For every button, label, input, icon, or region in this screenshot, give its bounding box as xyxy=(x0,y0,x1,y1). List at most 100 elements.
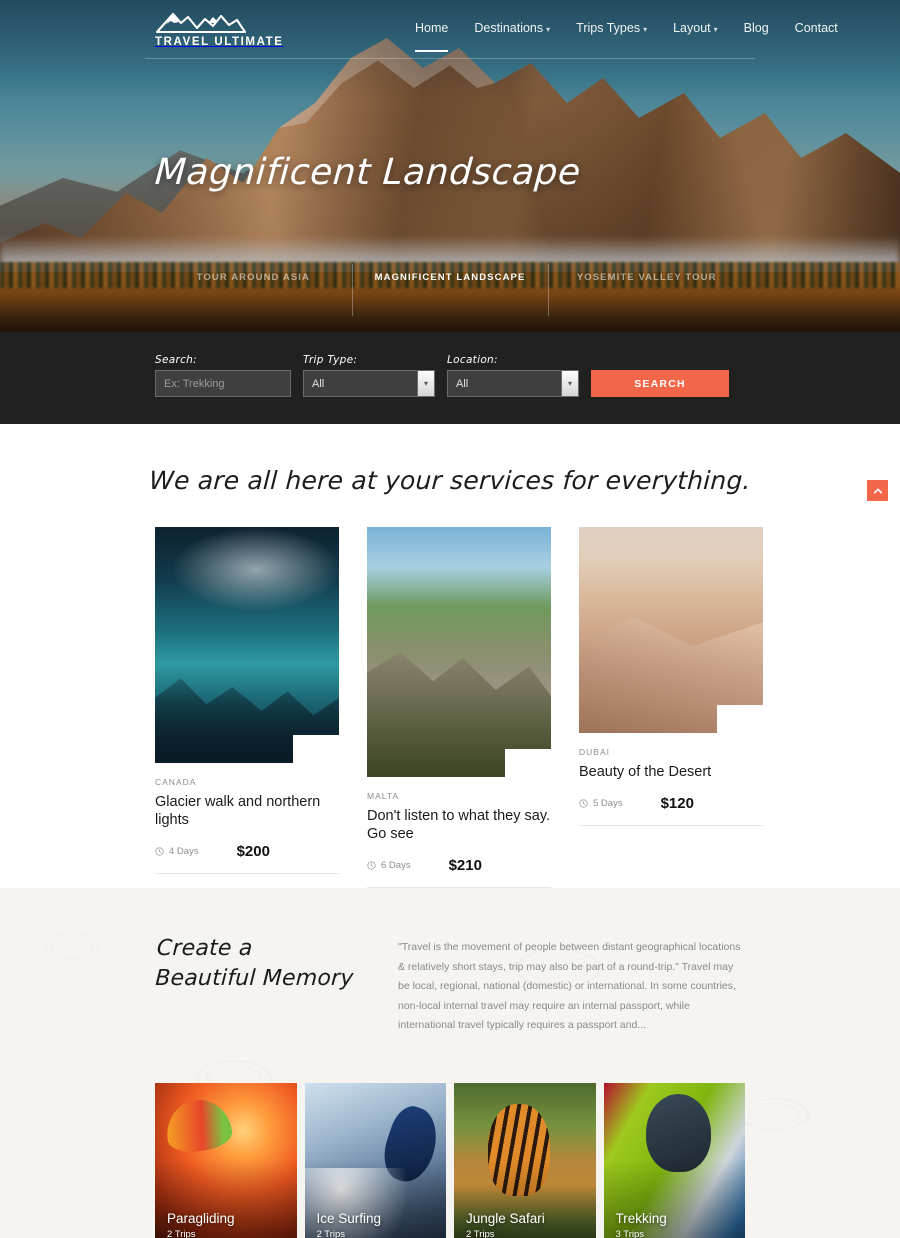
trip-card-meta: 6 Days $210 xyxy=(367,857,551,889)
nav-item-home[interactable]: Home xyxy=(415,21,449,52)
memory-intro: Create a Beautiful Memory "Travel is the… xyxy=(0,934,900,1035)
chevron-up-icon xyxy=(873,488,882,493)
nav-item-destinations[interactable]: Destinations ▾ xyxy=(474,21,550,38)
chevron-down-icon: ▾ xyxy=(713,25,718,34)
brand-name: TRAVEL ULTIMATE xyxy=(155,36,284,48)
trip-card-country: MALTA xyxy=(367,791,400,801)
activity-tile-label: Paragliding 2 Trips xyxy=(167,1211,235,1238)
trip-photo-glacier xyxy=(155,527,339,763)
trip-card-duration: 5 Days xyxy=(579,798,623,809)
chevron-down-icon: ▾ xyxy=(546,25,551,34)
services-section: We are all here at your services for eve… xyxy=(0,424,900,889)
scroll-to-top-button[interactable] xyxy=(867,480,888,501)
slide-tab-magnificent-landscape[interactable]: MAGNIFICENT LANDSCAPE xyxy=(351,260,549,316)
nav-item-contact[interactable]: Contact xyxy=(795,21,838,38)
activity-tile-paragliding[interactable]: Paragliding 2 Trips xyxy=(155,1083,297,1238)
hero-title: Magnificent Landscape xyxy=(153,152,583,193)
trip-type-field-group: Trip Type: All ▾ xyxy=(303,354,435,397)
location-select[interactable]: All xyxy=(447,370,579,397)
trip-card-body: CANADA Glacier walk and northern lights … xyxy=(155,763,339,875)
trip-card-price: $200 xyxy=(236,843,270,861)
nav-item-contact-label: Contact xyxy=(794,21,838,35)
search-fields: Search: Trip Type: All ▾ Location: All xyxy=(155,354,729,397)
trip-card-title[interactable]: Beauty of the Desert xyxy=(579,763,763,781)
brand-logo[interactable]: TRAVEL ULTIMATE xyxy=(155,8,284,48)
page-root: TRAVEL ULTIMATE Home Destinations ▾ Trips… xyxy=(0,0,900,1238)
activity-tile-label: Jungle Safari 2 Trips xyxy=(466,1211,545,1238)
trip-search-bar: Search: Trip Type: All ▾ Location: All xyxy=(0,332,900,424)
trip-card-price: $120 xyxy=(660,795,694,813)
hero-banner: TRAVEL ULTIMATE Home Destinations ▾ Trips… xyxy=(0,0,900,332)
activity-tile-name: Paragliding xyxy=(167,1211,235,1227)
activity-tile-name: Jungle Safari xyxy=(466,1211,545,1227)
activity-tile-trip-count: 2 Trips xyxy=(466,1229,495,1238)
activity-tile-trip-count: 2 Trips xyxy=(316,1229,346,1238)
trip-card[interactable]: CANADA Glacier walk and northern lights … xyxy=(155,527,339,875)
search-field-group: Search: xyxy=(155,354,291,397)
nav-item-trips-types[interactable]: Trips Types ▾ xyxy=(576,21,647,38)
nav-item-destinations-label: Destinations xyxy=(474,21,544,35)
search-label: Search: xyxy=(155,354,197,366)
activity-tile-trip-count: 2 Trips xyxy=(167,1229,196,1238)
activity-tile-label: Ice Surfing 2 Trips xyxy=(317,1211,382,1238)
mountain-range-icon xyxy=(155,12,247,34)
slide-tab-tour-around-asia[interactable]: TOUR AROUND ASIA xyxy=(155,260,352,316)
nav-item-layout[interactable]: Layout ▾ xyxy=(673,21,718,38)
trip-card-meta: 4 Days $200 xyxy=(155,843,339,875)
activity-tile-name: Trekking xyxy=(615,1211,667,1227)
trip-card-image[interactable] xyxy=(155,527,339,763)
activity-tile-name: Ice Surfing xyxy=(316,1211,382,1227)
trip-card-duration: 6 Days xyxy=(367,860,411,871)
clock-icon xyxy=(155,847,164,856)
trip-card-days-label: 6 Days xyxy=(381,860,411,872)
search-button[interactable]: SEARCH xyxy=(591,370,729,397)
services-heading: We are all here at your services for eve… xyxy=(148,466,752,495)
memory-heading-line1: Create a xyxy=(156,936,254,962)
clock-icon xyxy=(579,799,588,808)
trip-card-days-label: 5 Days xyxy=(593,798,623,810)
activity-tile-label: Trekking 3 Trips xyxy=(616,1211,667,1238)
trip-card-country: CANADA xyxy=(155,777,197,787)
memory-paragraph: "Travel is the movement of people betwee… xyxy=(398,941,741,1031)
trip-type-label: Trip Type: xyxy=(303,354,358,366)
nav-item-blog[interactable]: Blog xyxy=(744,21,769,38)
activity-tile-trip-count: 3 Trips xyxy=(615,1229,645,1238)
image-corner-notch xyxy=(293,735,339,763)
trip-card-days-label: 4 Days xyxy=(169,846,199,858)
top-navigation-bar: TRAVEL ULTIMATE Home Destinations ▾ Trips… xyxy=(0,0,900,60)
trip-card-body: MALTA Don't listen to what they say. Go … xyxy=(367,777,551,889)
nav-item-home-label: Home xyxy=(415,21,449,35)
trip-photo-castle xyxy=(367,527,551,777)
slide-tab-yosemite-valley-tour[interactable]: YOSEMITE VALLEY TOUR xyxy=(548,260,745,316)
search-input[interactable] xyxy=(155,370,291,397)
trip-card-image[interactable] xyxy=(367,527,551,777)
trip-type-select[interactable]: All xyxy=(303,370,435,397)
chevron-down-icon: ▾ xyxy=(643,25,648,34)
location-field-group: Location: All ▾ xyxy=(447,354,579,397)
image-corner-notch xyxy=(505,749,551,777)
trip-card[interactable]: MALTA Don't listen to what they say. Go … xyxy=(367,527,551,889)
nav-item-blog-label: Blog xyxy=(743,21,769,35)
nav-links: Home Destinations ▾ Trips Types ▾ Layout ▾ … xyxy=(415,21,838,52)
location-label: Location: xyxy=(447,354,498,366)
trip-card-country: DUBAI xyxy=(579,747,610,757)
memory-heading-line2: Beautiful Memory xyxy=(154,965,355,991)
trip-photo-desert xyxy=(579,527,763,733)
nav-item-trips-types-label: Trips Types xyxy=(576,21,641,35)
trip-card-list: CANADA Glacier walk and northern lights … xyxy=(0,495,900,889)
hero-slide-tabs: TOUR AROUND ASIA MAGNIFICENT LANDSCAPE Y… xyxy=(155,260,745,316)
image-corner-notch xyxy=(717,705,763,733)
trip-card-title[interactable]: Don't listen to what they say. Go see xyxy=(367,807,551,843)
trip-card-meta: 5 Days $120 xyxy=(579,795,763,827)
memory-section: Create a Beautiful Memory "Travel is the… xyxy=(0,888,900,1238)
trip-card-image[interactable] xyxy=(579,527,763,733)
activity-tile-trekking[interactable]: Trekking 3 Trips xyxy=(603,1083,745,1238)
nav-item-layout-label: Layout xyxy=(673,21,711,35)
trip-card[interactable]: DUBAI Beauty of the Desert 5 Days $120 xyxy=(579,527,763,827)
activity-tile-ice-surfing[interactable]: Ice Surfing 2 Trips xyxy=(304,1083,446,1238)
trip-card-price: $210 xyxy=(448,857,482,875)
trip-card-title[interactable]: Glacier walk and northern lights xyxy=(155,793,339,829)
activity-tile-list: Paragliding 2 Trips Ice Surfing 2 Trips … xyxy=(0,1035,900,1238)
activity-tile-jungle-safari[interactable]: Jungle Safari 2 Trips xyxy=(454,1083,596,1238)
trip-card-body: DUBAI Beauty of the Desert 5 Days $120 xyxy=(579,733,763,827)
